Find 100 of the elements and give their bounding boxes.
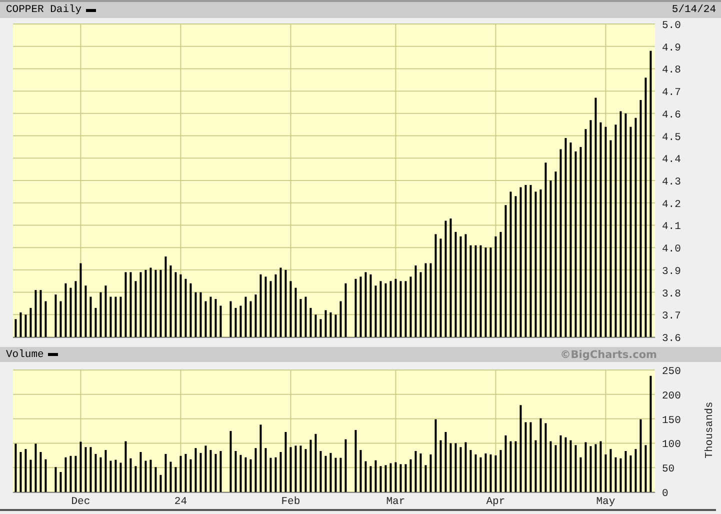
volume-bar	[330, 452, 332, 492]
price-bar	[180, 274, 182, 337]
volume-bar	[430, 454, 432, 492]
price-bar	[100, 292, 102, 337]
axis-label: 4.3	[662, 176, 681, 188]
volume-bar	[300, 446, 302, 492]
price-bar	[220, 306, 222, 337]
price-bar	[40, 290, 42, 337]
price-bar	[300, 299, 302, 337]
volume-bar	[614, 457, 617, 492]
volume-bar	[284, 432, 287, 492]
volume-bar	[194, 448, 197, 492]
volume-bar	[244, 457, 247, 492]
axis-label: Mar	[386, 496, 406, 508]
price-bar	[394, 278, 397, 337]
price-bar	[274, 274, 277, 337]
price-bar	[374, 286, 377, 337]
volume-bar	[554, 445, 557, 492]
credit-text: ©BigCharts.com	[560, 348, 657, 360]
axis-label: 4.2	[662, 198, 681, 211]
price-bar	[304, 296, 307, 337]
volume-bar	[70, 456, 72, 492]
price-bar	[280, 268, 282, 337]
price-bar	[260, 274, 262, 337]
price-bar	[244, 296, 247, 337]
volume-bar	[324, 456, 327, 492]
volume-bar	[84, 447, 87, 492]
axis-label: Feb	[281, 496, 300, 508]
volume-bar	[154, 467, 157, 492]
axis-label: 4.1	[662, 221, 681, 234]
price-bar	[364, 272, 367, 337]
price-bar	[184, 278, 187, 337]
axis-label: 3.9	[662, 266, 681, 278]
price-bar	[400, 281, 402, 337]
volume-bar	[160, 474, 162, 492]
price-bar	[30, 308, 32, 337]
volume-bar	[120, 462, 122, 492]
price-bar	[320, 319, 322, 337]
volume-bar	[474, 454, 477, 492]
volume-bar	[250, 459, 252, 492]
volume-bar	[470, 450, 472, 492]
volume-bar	[20, 452, 22, 492]
volume-bar	[114, 460, 117, 492]
price-bar	[90, 296, 92, 337]
price-bar	[294, 288, 297, 337]
chart-date: 5/14/24	[672, 4, 716, 16]
volume-bar	[384, 465, 387, 492]
price-bar	[54, 294, 57, 337]
volume-bar	[510, 441, 512, 492]
price-bar	[104, 286, 107, 337]
volume-bar	[500, 450, 502, 492]
volume-bar	[204, 446, 207, 492]
volume-bar	[574, 445, 577, 492]
price-bar	[290, 281, 292, 337]
volume-bar	[80, 442, 82, 492]
price-bar	[254, 294, 257, 337]
price-bar	[74, 281, 77, 337]
volume-bar	[414, 451, 417, 492]
volume-bar	[310, 440, 312, 492]
volume-bar	[90, 447, 92, 492]
volume-bar	[364, 461, 367, 492]
volume-bar	[600, 441, 602, 492]
volume-bar	[180, 456, 182, 492]
axis-label: 4.0	[662, 244, 681, 256]
price-bar	[160, 270, 162, 337]
volume-bar	[514, 441, 517, 492]
price-bar	[384, 283, 387, 337]
volume-bar	[30, 460, 32, 492]
volume-bar	[440, 440, 442, 492]
volume-bar	[630, 455, 632, 492]
volume-bar	[584, 442, 587, 492]
volume-bar	[410, 459, 412, 492]
price-bar	[210, 296, 212, 337]
price-bar	[44, 301, 47, 337]
volume-bar	[460, 447, 462, 492]
volume-bar	[64, 457, 67, 492]
volume-bar	[560, 435, 562, 492]
price-bar	[134, 281, 137, 337]
volume-bar	[644, 445, 647, 492]
volume-bar	[550, 441, 552, 492]
volume-bar	[234, 451, 237, 492]
volume-bar	[254, 448, 257, 492]
volume-bar	[420, 453, 422, 492]
volume-bar	[590, 446, 592, 492]
price-bar	[314, 314, 317, 337]
price-bar	[330, 312, 332, 337]
volume-bar	[544, 423, 547, 492]
axis-label: 5.0	[662, 20, 681, 32]
axis-title: Thousands	[704, 402, 716, 458]
volume-bar	[610, 449, 612, 492]
volume-bar	[110, 460, 112, 492]
volume-bar	[270, 458, 272, 492]
volume-bar	[390, 463, 392, 492]
axis-label: 200	[662, 390, 681, 402]
price-bar	[324, 310, 327, 337]
volume-bar	[504, 435, 507, 492]
volume-bar	[320, 451, 322, 492]
price-bar	[270, 281, 272, 337]
volume-bar	[314, 434, 317, 492]
price-bar	[144, 270, 147, 337]
